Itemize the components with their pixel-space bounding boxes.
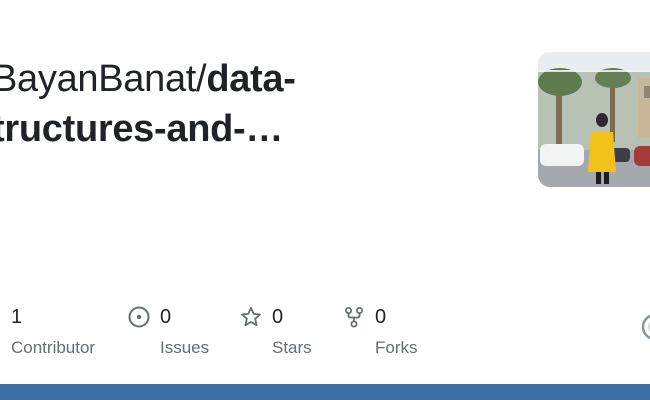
stars-label: Stars	[272, 338, 312, 357]
stat-issues[interactable]: 0 Issues	[128, 304, 209, 358]
star-icon	[240, 306, 262, 328]
forks-label: Forks	[375, 338, 418, 357]
contributors-label: Contributor	[11, 338, 96, 357]
stat-stars[interactable]: 0 Stars	[240, 304, 312, 358]
stat-forks-row: 0	[343, 304, 418, 330]
avatar-photo	[538, 52, 650, 187]
repo-forked-icon	[343, 306, 365, 328]
repo-title-line-1: BayanBanat/data-	[0, 54, 512, 104]
repo-name-part-1: data-	[206, 58, 296, 100]
repo-owner: BayanBanat/	[0, 58, 207, 100]
stat-forks[interactable]: 0 Forks	[343, 304, 418, 358]
contributors-count: 1	[11, 305, 23, 328]
issues-count: 0	[160, 305, 172, 328]
issues-label: Issues	[160, 338, 210, 357]
repo-social-card: BayanBanat/data- tructures-and-… 1 Contr…	[0, 0, 650, 400]
stat-stars-row: 0	[240, 304, 312, 330]
owner-avatar[interactable]	[538, 52, 650, 187]
forks-count: 0	[375, 305, 387, 328]
issue-opened-icon	[128, 306, 150, 328]
github-logo-icon	[641, 313, 650, 341]
stat-contributors[interactable]: 1 Contributor	[11, 304, 95, 358]
stars-count: 0	[272, 305, 284, 328]
language-color-bar	[0, 384, 650, 400]
stat-contributors-row: 1	[11, 304, 95, 330]
stat-issues-row: 0	[128, 304, 209, 330]
repo-title[interactable]: BayanBanat/data- tructures-and-…	[0, 54, 512, 154]
repo-name-part-2: tructures-and-…	[0, 108, 284, 150]
